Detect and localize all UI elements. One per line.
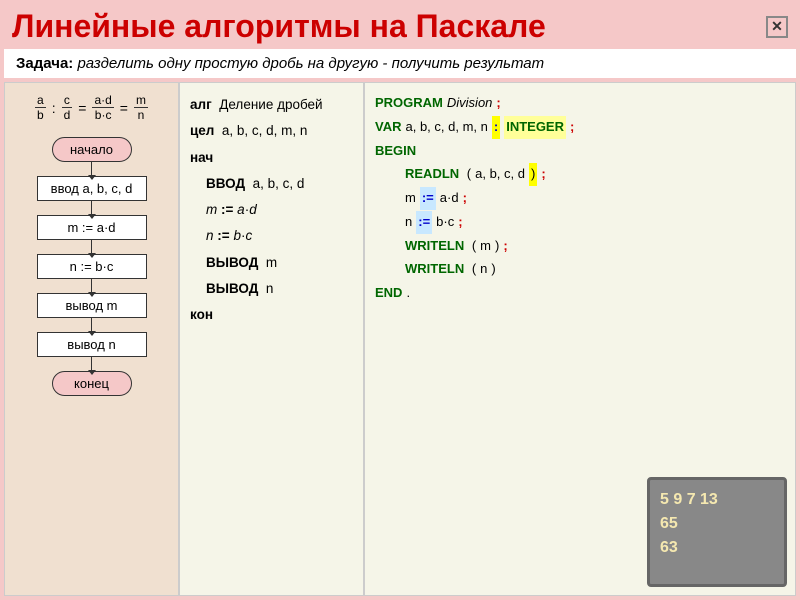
frac-ad-bd: a·d b·c (92, 93, 113, 123)
content-area: a b : c d = a·d b·c = m n (0, 82, 800, 600)
writeln2-open: ( (468, 258, 476, 281)
alg-title: Деление дробей (219, 97, 322, 112)
alg-vyvod-m-val: m (266, 255, 277, 270)
semi-1: ; (496, 92, 500, 115)
left-panel: a b : c d = a·d b·c = m n (4, 82, 179, 596)
monitor-line-2: 65 (660, 512, 774, 536)
alg-vvod-vars: a, b, c, d (253, 176, 305, 191)
code-begin-line: BEGIN (375, 140, 785, 163)
frac-c-d: c d (62, 93, 73, 123)
alg-vyvod-m: ВЫВОД (206, 255, 258, 270)
kw-var: VAR (375, 116, 401, 139)
semi-n: ; (458, 211, 462, 234)
n-var: n (405, 211, 412, 234)
alg-vars: a, b, c, d, m, n (222, 123, 308, 138)
frac-a-b: a b (35, 93, 46, 123)
header: Линейные алгоритмы на Паскале ✕ (0, 0, 800, 49)
task-label: Задача: (16, 55, 73, 72)
alg-m-assign-text: m := a·d (206, 202, 257, 217)
semi-readln: ; (541, 163, 545, 186)
alg-vyvod-n-val: n (266, 281, 274, 296)
alg-vvod-line: ВВОД a, b, c, d (190, 172, 353, 196)
kw-writeln-1: WRITELN (405, 235, 464, 258)
formula-box: a b : c d = a·d b·c = m n (7, 89, 177, 127)
code-writeln2-line: WRITELN ( n ) (375, 258, 785, 281)
readln-open: ( (463, 163, 471, 186)
alg-cel-line: цел a, b, c, d, m, n (190, 119, 353, 143)
assign-1: := (420, 187, 436, 210)
alg-nach: нач (190, 146, 353, 170)
var-vars: a, b, c, d, m, n (405, 116, 487, 139)
alg-keyword: алг (190, 97, 212, 112)
alg-kon: кон (190, 303, 353, 327)
alg-header-line: алг Деление дробей (190, 93, 353, 117)
m-expr: a·d (440, 187, 459, 210)
semi-m: ; (463, 187, 467, 210)
writeln1-close: ) (495, 235, 499, 258)
end-dot: . (406, 282, 410, 305)
monitor-line-3: 63 (660, 536, 774, 560)
semi-2: ; (570, 116, 574, 139)
alg-vyvod-n-line: ВЫВОД n (190, 277, 353, 301)
code-m-assign-line: m := a·d ; (375, 187, 785, 210)
kw-begin: BEGIN (375, 140, 416, 163)
fc-arrow-5 (91, 318, 93, 332)
flowchart: начало ввод a, b, c, d m := a·d n := b·c… (37, 137, 147, 396)
fc-arrow-4 (91, 279, 93, 293)
writeln2-arg: n (480, 258, 487, 281)
task-row: Задача: разделить одну простую дробь на … (4, 49, 796, 78)
readln-close: ) (529, 163, 537, 186)
alg-n-assign: n := b·c (190, 224, 353, 248)
mid-panel: алг Деление дробей цел a, b, c, d, m, n … (179, 82, 364, 596)
code-end-line: END . (375, 282, 785, 305)
monitor-box: 5 9 7 13 65 63 (647, 477, 787, 587)
fc-arrow-1 (91, 162, 93, 176)
fc-arrow-2 (91, 201, 93, 215)
main-container: Линейные алгоритмы на Паскале ✕ Задача: … (0, 0, 800, 600)
frac-m-n: m n (134, 93, 148, 123)
code-writeln1-line: WRITELN ( m ) ; (375, 235, 785, 258)
monitor-screen: 5 9 7 13 65 63 (660, 488, 774, 560)
kw-program: PROGRAM (375, 92, 443, 115)
right-panel: PROGRAM Division ; VAR a, b, c, d, m, n … (364, 82, 796, 596)
readln-args: a, b, c, d (475, 163, 525, 186)
m-var: m (405, 187, 416, 210)
alg-cel: цел (190, 123, 214, 138)
alg-vyvod-n: ВЫВОД (206, 281, 258, 296)
alg-vvod: ВВОД (206, 176, 245, 191)
code-readln-line: READLN ( a, b, c, d ) ; (375, 163, 785, 186)
close-button[interactable]: ✕ (766, 16, 788, 38)
kw-integer: INTEGER (504, 116, 566, 139)
kw-readln: READLN (405, 163, 459, 186)
kw-end: END (375, 282, 402, 305)
alg-m-assign: m := a·d (190, 198, 353, 222)
fc-start: начало (52, 137, 132, 162)
code-program-line: PROGRAM Division ; (375, 92, 785, 115)
writeln2-close: ) (491, 258, 495, 281)
colon: : (492, 116, 500, 139)
fc-arrow-3 (91, 240, 93, 254)
alg-n-assign-text: n := b·c (206, 228, 252, 243)
code-var-line: VAR a, b, c, d, m, n : INTEGER ; (375, 116, 785, 139)
task-text: разделить одну простую дробь на другую -… (73, 55, 544, 72)
writeln1-open: ( (468, 235, 476, 258)
assign-2: := (416, 211, 432, 234)
alg-vyvod-m-line: ВЫВОД m (190, 251, 353, 275)
code-n-assign-line: n := b·c ; (375, 211, 785, 234)
semi-writeln1: ; (503, 235, 507, 258)
kw-writeln-2: WRITELN (405, 258, 464, 281)
n-expr: b·c (436, 211, 454, 234)
page-title: Линейные алгоритмы на Паскале (12, 8, 546, 45)
kw-division: Division (447, 92, 493, 115)
fc-arrow-6 (91, 357, 93, 371)
writeln1-arg: m (480, 235, 491, 258)
monitor-line-1: 5 9 7 13 (660, 488, 774, 512)
